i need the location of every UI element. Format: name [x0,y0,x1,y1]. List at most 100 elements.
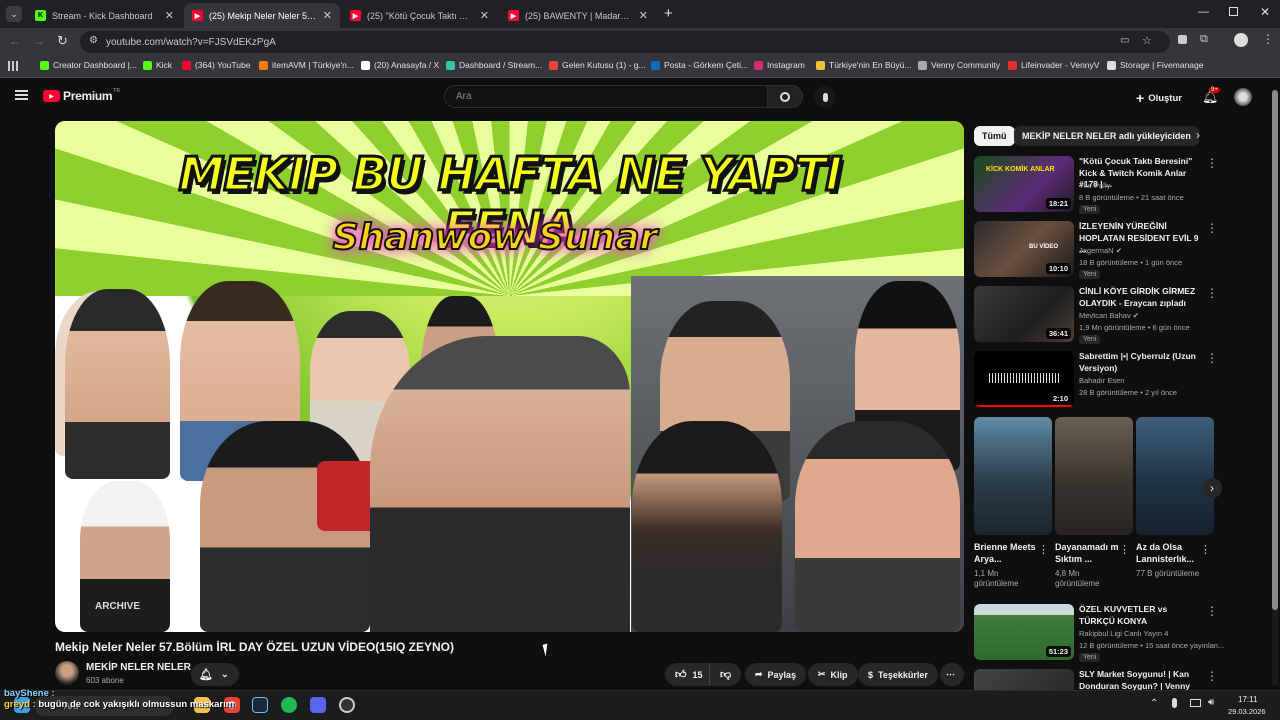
youtube-logo[interactable]: ▶ Premium TR [43,88,120,103]
list-item[interactable]: KİCK KOMİK ANLAR 18:21 "Kötü Çocuk Taktı… [974,156,1274,216]
video-title: ÖZEL KUVVETLER vs TÜRKÇÜ KONYA [1079,604,1168,626]
shorts-next-icon[interactable]: › [1202,478,1222,498]
channel-avatar[interactable] [55,661,79,685]
steam-icon[interactable] [252,697,268,713]
share-button[interactable]: ➦ Paylaş [745,663,807,686]
new-tab-button[interactable]: + [664,5,673,22]
chat-line: greyd : bugün de cok yakışıklı olmussun … [4,699,234,710]
tab-strip: ⌄ K Stream - Kick Dashboard ✕ ▶ (25) Mek… [0,0,1280,28]
tab-bawenty[interactable]: ▶ (25) BAWENTY | Madara Olduk ✕ [500,3,656,28]
like-button[interactable]: 👍︎ 15 [665,663,709,686]
more-options-icon[interactable]: ⋮ [1206,286,1218,300]
puzzle-icon[interactable]: ⧉ [1200,33,1208,46]
dislike-button[interactable]: 👎︎ [709,663,741,686]
list-item[interactable]: 51:23 ÖZEL KUVVETLER vs TÜRKÇÜ KONYA Rak… [974,604,1274,664]
more-options-icon[interactable]: ⋮ [1206,156,1218,170]
short-thumbnail[interactable] [1055,417,1133,535]
profile-avatar[interactable] [1234,33,1248,47]
list-item[interactable]: 36:41 CİNLİ KÖYE GİRDİK GİRMEZ OLAYDIK -… [974,286,1274,346]
menu-dots-icon[interactable]: ⋮ [1262,32,1274,46]
hamburger-menu-icon[interactable] [15,90,28,100]
list-item[interactable]: SLY Market Soygunu! | Kan Donduran Soygu… [974,669,1274,690]
close-window-icon[interactable]: ✕ [1260,5,1270,19]
voice-search-icon[interactable] [814,86,836,108]
tray-chevron-icon[interactable]: ⌃ [1150,698,1158,709]
close-icon[interactable]: ✕ [639,9,648,22]
scrollbar-thumb[interactable] [1272,90,1278,610]
logo-text: Premium [63,89,113,103]
tab-kotu-cocuk[interactable]: ▶ (25) "Kötü Çocuk Taktı Beresini ✕ [342,3,497,28]
network-icon[interactable] [1190,699,1201,707]
list-item[interactable]: BU VİDEO 10:10 İZLEYENİN YÜREĞİNİ HOPLAT… [974,221,1274,281]
bookmark-youtube[interactable]: (364) YouTube [182,60,250,70]
short-thumbnail[interactable] [974,417,1052,535]
bookmark-turkiye[interactable]: Türkiye'nin En Büyü... [816,60,911,70]
bookmark-itemavm[interactable]: itemAVM | Türkiye'n... [259,60,354,70]
forward-icon[interactable]: → [33,34,45,48]
more-options-icon[interactable]: ⋮ [1206,669,1218,683]
bookmark-lifeinvader[interactable]: Lifeinvader - VennyV [1008,60,1099,70]
bookmark-streamlabs[interactable]: Dashboard / Stream... [446,60,542,70]
minimize-icon[interactable]: — [1198,6,1209,18]
site-info-icon[interactable]: ⚙ [89,35,98,46]
bookmark-kick[interactable]: Kick [143,60,172,70]
subscribed-bell-button[interactable]: 🔔︎ ⌄ [191,663,239,686]
thanks-button[interactable]: $ Teşekkürler [858,663,938,686]
close-icon[interactable]: ✕ [323,9,332,22]
short-thumbnail[interactable] [1136,417,1214,535]
video-player[interactable]: MEKIP BU HAFTA NE YAPTI FENA Shanwow Sun… [55,121,964,632]
more-options-icon[interactable]: ⋮ [1206,351,1218,365]
tab-mekip-video[interactable]: ▶ (25) Mekip Neler Neler 57.Bölüm ✕ [184,3,340,28]
bookmark-x[interactable]: (20) Anasayfa / X [361,60,439,70]
address-bar[interactable]: ⚙ youtube.com/watch?v=FJSVdEKzPgA ▭ ☆ [80,31,1170,53]
channel-name: The Pally [1079,181,1111,190]
chip-all[interactable]: Tümü [974,126,1015,146]
bookmark-venny[interactable]: Venny Community [918,60,1000,70]
more-options-icon[interactable]: ⋮ [1038,543,1049,556]
clip-button[interactable]: ✂ Klip [808,663,858,686]
account-avatar[interactable] [1234,88,1252,106]
shop-icon [259,60,268,70]
more-options-icon[interactable]: ⋮ [1206,221,1218,235]
chip-uploader[interactable]: MEKİP NELER NELER adlı yükleyiciden [1014,126,1199,146]
thumbnail-text: BU VİDEO [1029,244,1059,250]
kick-icon: K [35,10,46,21]
tab-search-icon[interactable]: ⌄ [6,6,22,22]
bookmark-storage[interactable]: Storage | Fivemanage [1107,60,1203,70]
extension-icon[interactable] [1178,35,1187,44]
bookmark-instagram[interactable]: Instagram [754,60,805,70]
tab-kick-dashboard[interactable]: K Stream - Kick Dashboard ✕ [27,3,182,28]
create-button[interactable]: + Oluştur [1136,90,1182,106]
back-icon[interactable]: ← [9,34,21,48]
chip-next-icon[interactable]: › [1196,128,1200,142]
microphone-icon[interactable] [1172,698,1177,708]
more-options-icon[interactable]: ⋮ [1206,604,1218,618]
bookmark-outlook[interactable]: Posta - Görkem Çeti... [651,60,748,70]
list-item[interactable]: 2:10 Sabrettim |•| Cyberrulz (Uzun Versi… [974,351,1274,411]
spotify-icon[interactable] [281,697,297,713]
video-duration: 10:10 [1045,263,1071,274]
bookmark-gmail[interactable]: Gelen Kutusu (1) - g... [549,60,646,70]
more-options-icon[interactable]: ⋮ [1200,543,1211,556]
reload-icon[interactable]: ↻ [57,33,68,49]
scissors-icon: ✂ [818,669,826,679]
channel-name[interactable]: MEKİP NELER NELER [86,662,191,673]
search-button[interactable] [767,85,803,108]
video-title: CİNLİ KÖYE GİRDİK GİRMEZ OLAYDIK - Erayc… [1079,286,1196,308]
close-icon[interactable]: ✕ [165,9,174,22]
bookmark-creator-dashboard[interactable]: Creator Dashboard |... [40,60,137,70]
search-input[interactable]: Ara [444,85,767,108]
video-meta: 18 B görüntüleme • 1 gün önce [1079,258,1183,267]
close-icon[interactable]: ✕ [480,9,489,22]
page-scrollbar[interactable] [1272,90,1278,685]
volume-icon[interactable]: 🔊︎ [1208,697,1214,708]
obs-icon[interactable] [339,697,355,713]
discord-icon[interactable] [310,697,326,713]
waveform-graphic [989,373,1059,383]
more-options-icon[interactable]: ⋮ [1119,543,1130,556]
restore-icon[interactable] [1229,7,1238,16]
apps-grid-icon[interactable] [8,61,18,71]
install-icon[interactable]: ▭ [1120,35,1129,46]
bookmark-star-icon[interactable]: ☆ [1142,34,1152,47]
more-actions-button[interactable]: ⋯ [940,663,964,686]
